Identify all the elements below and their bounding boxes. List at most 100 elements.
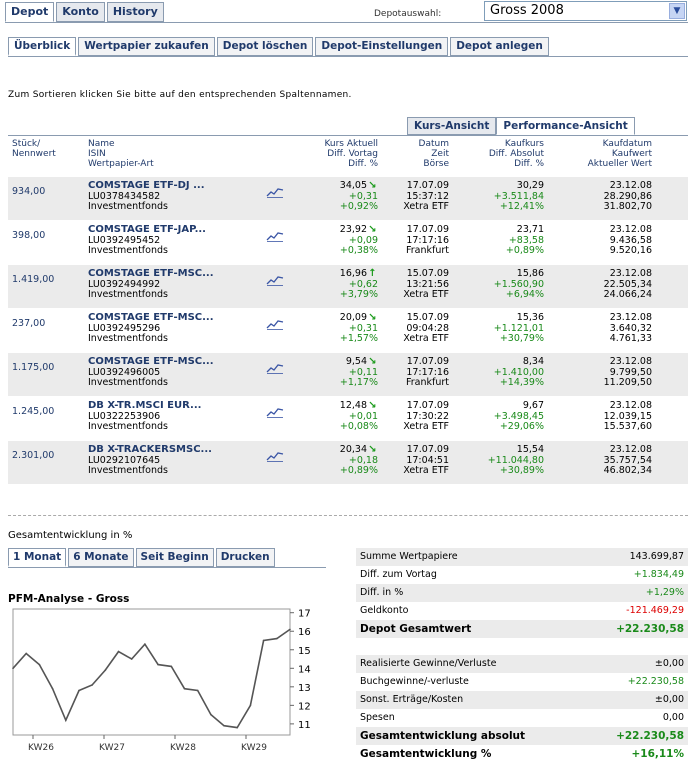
summary-row: Diff. zum Vortag +1.834,49 [356, 566, 688, 584]
tab-6-monate[interactable]: 6 Monate [68, 548, 134, 567]
kaufdatum-cell: 23.12.08 22.505,34 24.066,24 [552, 268, 652, 301]
col-name[interactable]: Name ISIN Wertpapier-Art [88, 139, 154, 169]
y-tick-label: 17 [298, 609, 311, 620]
summary-label: Gesamtentwicklung % [360, 748, 492, 760]
col-qty[interactable]: Stück/ Nennwert [12, 139, 56, 159]
table-row: 1.419,00 COMSTAGE ETF-MSC... LU0392494992 I… [8, 265, 688, 309]
diff-percent: +0,38% [339, 245, 378, 256]
tab-1-monat[interactable]: 1 Monat [8, 548, 67, 567]
drucken-button[interactable]: Drucken [215, 548, 275, 567]
tab-depot-einstellungen[interactable]: Depot-Einstellungen [315, 37, 449, 56]
table-row: 934,00 COMSTAGE ETF-DJ ... LU0378434582 Inv… [8, 177, 688, 221]
security-cell: COMSTAGE ETF-MSC... LU0392494992 Investmen… [88, 268, 258, 301]
col-kurs[interactable]: Kurs Aktuell Diff. Vortag Diff. % [324, 139, 378, 169]
tab-ueberblick[interactable]: Überblick [8, 37, 77, 56]
qty: 237,00 [12, 318, 46, 329]
diff-percent: +6,94% [505, 289, 544, 300]
y-tick-label: 11 [298, 720, 311, 731]
data-point [25, 652, 28, 655]
diff-percent: +14,39% [499, 377, 544, 388]
datum: 17.07.09 [406, 444, 449, 455]
diff-percent: +30,89% [499, 465, 544, 476]
tab-wertpapier-zukaufen[interactable]: Wertpapier zukaufen [78, 37, 215, 56]
diff-percent: +0,08% [339, 421, 378, 432]
summary-value: 143.699,87 [629, 551, 684, 562]
diff-percent: +1,57% [339, 333, 378, 344]
tab-depot[interactable]: Depot [5, 2, 55, 22]
col-kaufdatum[interactable]: Kaufdatum Kaufwert Aktueller Wert [588, 139, 652, 169]
kaufdatum: 23.12.08 [609, 444, 652, 455]
security-name-link[interactable]: COMSTAGE ETF-DJ ... [88, 180, 258, 192]
data-point [223, 724, 225, 727]
security-type: Investmentfonds [88, 201, 168, 212]
col-kaufkurs[interactable]: Kaufkurs Diff. Absolut Diff. % [489, 139, 544, 169]
aktueller-wert: 4.761,33 [609, 333, 652, 344]
security-type: Investmentfonds [88, 465, 168, 476]
diff-percent: +3,79% [339, 289, 378, 300]
x-tick-label: KW28 [170, 743, 196, 753]
kaufkurs: 30,29 [516, 180, 544, 191]
kurs-aktuell: 34,05 [339, 180, 367, 191]
security-cell: COMSTAGE ETF-MSC... LU0392496005 Investmen… [88, 356, 258, 389]
security-name-link[interactable]: DB X-TR.MSCI EUR... [88, 400, 258, 412]
kaufkurs-cell: 15,36 +1.121,01 +30,79% [444, 312, 544, 345]
y-tick-label: 12 [298, 701, 311, 712]
chevron-down-icon[interactable]: ▼ [669, 3, 685, 19]
summary-label: Geldkonto [360, 605, 409, 616]
boerse: Xetra ETF [403, 465, 449, 476]
summary-value: +1,29% [645, 587, 684, 598]
kaufdatum-cell: 23.12.08 9.799,50 11.209,50 [552, 356, 652, 389]
sort-hint: Zum Sortieren klicken Sie bitte auf den … [8, 90, 352, 100]
tab-kurs-ansicht[interactable]: Kurs-Ansicht [407, 117, 497, 135]
date-cell: 17.07.09 17:30:22 Xetra ETF [369, 400, 449, 433]
security-name-link[interactable]: DB X-TRACKERSMSC... [88, 444, 258, 456]
tab-history[interactable]: History [106, 2, 164, 22]
security-type: Investmentfonds [88, 245, 168, 256]
summary-row: Sonst. Erträge/Kosten ±0,00 [356, 691, 688, 709]
tab-konto[interactable]: Konto [56, 2, 105, 22]
data-point [91, 684, 93, 686]
summary-label: Summe Wertpapiere [360, 551, 458, 562]
kaufdatum: 23.12.08 [609, 356, 652, 367]
security-name-link[interactable]: COMSTAGE ETF-MSC... [88, 268, 258, 280]
diff-percent: +1,17% [339, 377, 378, 388]
tab-seit-beginn[interactable]: Seit Beginn [135, 548, 214, 567]
kaufkurs-cell: 15,54 +11.044,80 +30,89% [444, 444, 544, 477]
x-tick-label: KW29 [241, 743, 267, 753]
data-point [157, 663, 159, 666]
kaufkurs: 23,71 [516, 224, 544, 235]
kurs-cell: 16,96↑ +0,62 +3,79% [268, 268, 378, 301]
security-name-link[interactable]: COMSTAGE ETF-MSC... [88, 312, 258, 324]
kaufdatum: 23.12.08 [609, 224, 652, 235]
kurs-cell: 20,34↘ +0,18 +0,89% [268, 444, 378, 477]
kaufkurs-cell: 15,86 +1.560,90 +6,94% [444, 268, 544, 301]
data-point [144, 643, 146, 645]
date-cell: 15.07.09 13:21:56 Xetra ETF [369, 268, 449, 301]
kurs-cell: 9,54↘ +0,11 +1,17% [268, 356, 378, 389]
data-point [65, 719, 67, 721]
summary-row: Depot Gesamtwert +22.230,58 [356, 620, 688, 638]
tab-depot-anlegen[interactable]: Depot anlegen [450, 37, 549, 56]
security-name-link[interactable]: COMSTAGE ETF-JAP... [88, 224, 258, 236]
summary-value: -121.469,29 [626, 605, 684, 616]
summary-value: +22.230,58 [616, 730, 684, 742]
col-datum[interactable]: Datum Zeit Börse [419, 139, 449, 169]
tab-depot-loeschen[interactable]: Depot löschen [216, 37, 314, 56]
security-cell: COMSTAGE ETF-MSC... LU0392495296 Investmen… [88, 312, 258, 345]
summary-row: Gesamtentwicklung absolut +22.230,58 [356, 727, 688, 745]
depot-select[interactable]: Gross 2008 ▼ [484, 1, 687, 21]
boerse: Xetra ETF [403, 421, 449, 432]
qty: 1.245,00 [12, 406, 55, 417]
diff-percent: +29,06% [499, 421, 544, 432]
aktueller-wert: 46.802,34 [603, 465, 652, 476]
tab-performance-ansicht[interactable]: Performance-Ansicht [496, 117, 635, 135]
datum: 17.07.09 [406, 180, 449, 191]
diff-percent: +0,89% [339, 465, 378, 476]
aktueller-wert: 24.066,24 [603, 289, 652, 300]
kaufdatum-cell: 23.12.08 12.039,15 15.537,60 [552, 400, 652, 433]
diff-percent: +30,79% [499, 333, 544, 344]
data-point [183, 687, 186, 690]
plot-frame [12, 608, 291, 736]
security-name-link[interactable]: COMSTAGE ETF-MSC... [88, 356, 258, 368]
